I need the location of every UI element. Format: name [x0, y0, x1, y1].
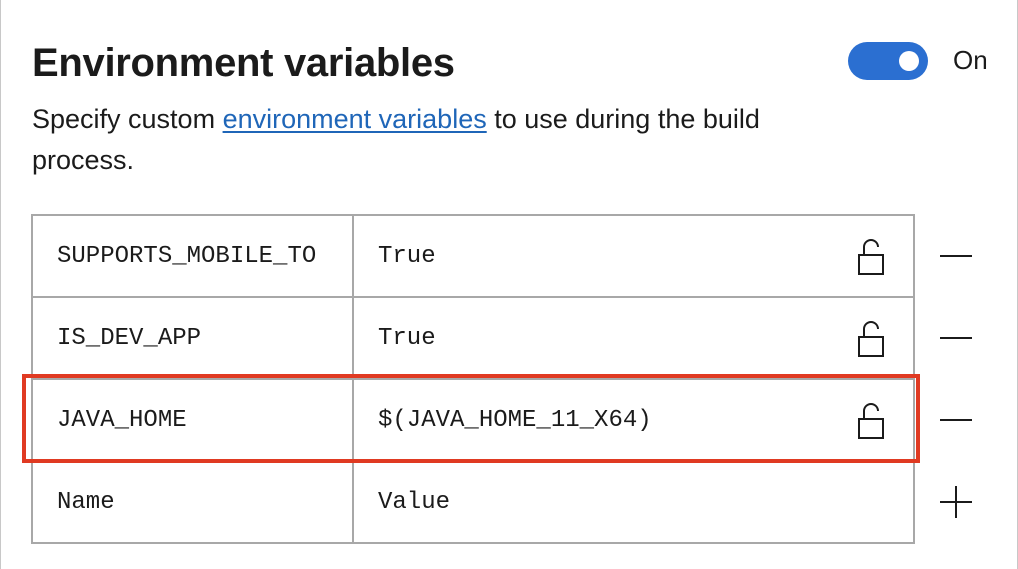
- add-variable-button[interactable]: [937, 483, 975, 521]
- plus-icon: [940, 486, 972, 518]
- variables-table: SUPPORTS_MOBILE_TO True IS_DEV_APP True …: [31, 214, 915, 544]
- toggle-container: [848, 42, 928, 80]
- unlocked-padlock-icon[interactable]: [857, 238, 885, 276]
- environment-variables-toggle[interactable]: [848, 42, 928, 80]
- variable-value-text: True: [378, 324, 436, 352]
- variable-value-text: True: [378, 242, 436, 270]
- variable-name-cell[interactable]: SUPPORTS_MOBILE_TO: [31, 214, 354, 298]
- minus-icon: [940, 337, 972, 339]
- table-row: SUPPORTS_MOBILE_TO True: [31, 214, 915, 298]
- section-description: Specify custom environment variables to …: [32, 99, 832, 181]
- minus-icon: [940, 419, 972, 421]
- remove-variable-button[interactable]: [937, 237, 975, 275]
- environment-variables-panel: Environment variables On Specify custom …: [0, 0, 1018, 569]
- variable-value-cell[interactable]: True: [352, 214, 915, 298]
- table-row-new: Name Value: [31, 460, 915, 544]
- unlocked-padlock-icon[interactable]: [857, 402, 885, 440]
- table-row: JAVA_HOME $(JAVA_HOME_11_X64): [31, 378, 915, 462]
- environment-variables-link[interactable]: environment variables: [223, 104, 487, 134]
- description-text-before: Specify custom: [32, 104, 223, 134]
- toggle-knob: [899, 51, 919, 71]
- variable-name-cell[interactable]: IS_DEV_APP: [31, 296, 354, 380]
- value-placeholder: Value: [378, 488, 451, 516]
- variable-value-text: $(JAVA_HOME_11_X64): [378, 406, 652, 434]
- name-placeholder: Name: [57, 488, 115, 516]
- toggle-state-label: On: [953, 45, 988, 75]
- remove-variable-button[interactable]: [937, 319, 975, 357]
- table-row: IS_DEV_APP True: [31, 296, 915, 380]
- variable-value-cell[interactable]: $(JAVA_HOME_11_X64): [352, 378, 915, 462]
- remove-variable-button[interactable]: [937, 401, 975, 439]
- variable-name-cell[interactable]: JAVA_HOME: [31, 378, 354, 462]
- minus-icon: [940, 255, 972, 257]
- variable-value-cell[interactable]: True: [352, 296, 915, 380]
- section-title: Environment variables: [32, 41, 455, 85]
- unlocked-padlock-icon[interactable]: [857, 320, 885, 358]
- new-variable-name-input[interactable]: Name: [31, 460, 354, 544]
- new-variable-value-input[interactable]: Value: [352, 460, 915, 544]
